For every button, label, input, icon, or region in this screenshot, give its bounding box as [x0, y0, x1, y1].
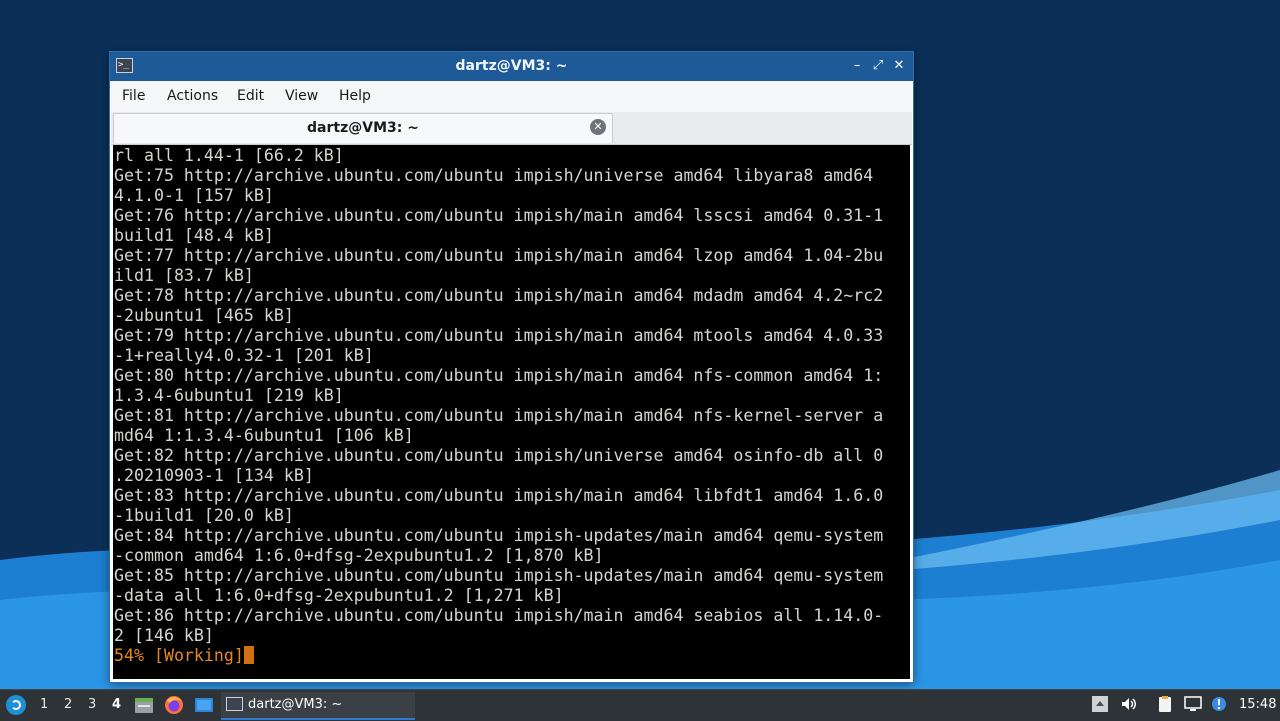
terminal-line: Get:85 http://archive.ubuntu.com/ubuntu … [114, 566, 884, 585]
terminal-line: -1build1 [20.0 kB] [114, 506, 294, 525]
terminal-line: md64 1:1.3.4-6ubuntu1 [106 kB] [114, 426, 414, 445]
progress-line: 54% [Working] [114, 646, 254, 666]
menu-help[interactable]: Help [339, 88, 371, 104]
maximize-button[interactable]: ⤢ [870, 58, 886, 74]
tab-label: dartz@VM3: ~ [307, 120, 419, 136]
close-button[interactable]: ✕ [891, 58, 907, 74]
workspace-1[interactable]: 1 [40, 697, 48, 712]
terminal-line: Get:77 http://archive.ubuntu.com/ubuntu … [114, 246, 884, 265]
volume-icon[interactable] [1120, 695, 1138, 713]
terminal-line: Get:82 http://archive.ubuntu.com/ubuntu … [114, 446, 884, 465]
tab-bar: dartz@VM3: ~ ✕ [111, 112, 912, 145]
menu-view[interactable]: View [285, 88, 318, 104]
terminal-line: 2 [146 kB] [114, 626, 214, 645]
terminal-line: -data all 1:6.0+dfsg-2expubuntu1.2 [1,27… [114, 586, 564, 605]
progress-text: 54% [Working] [114, 646, 244, 665]
workspace-4[interactable]: 4 [112, 697, 121, 712]
menu-file[interactable]: File [122, 88, 145, 104]
terminal-line: build1 [48.4 kB] [114, 226, 274, 245]
terminal-window: >_ dartz@VM3: ~ – ⤢ ✕ File Actions Edit … [110, 52, 913, 682]
show-desktop-icon[interactable] [194, 695, 214, 715]
taskbar-terminal-task[interactable]: dartz@VM3: ~ [221, 692, 415, 720]
workspace-2[interactable]: 2 [64, 697, 72, 712]
terminal-line: Get:80 http://archive.ubuntu.com/ubuntu … [114, 366, 884, 385]
tray-expand-icon[interactable] [1091, 695, 1109, 713]
terminal-output[interactable]: rl all 1.44-1 [66.2 kB] Get:75 http://arc… [113, 145, 910, 679]
lubuntu-logo-icon[interactable] [6, 695, 26, 715]
terminal-line: 1.3.4-6ubuntu1 [219 kB] [114, 386, 344, 405]
terminal-icon [226, 697, 243, 711]
window-titlebar[interactable]: >_ dartz@VM3: ~ – ⤢ ✕ [110, 52, 913, 81]
taskbar: 1 2 3 4 dartz@VM3: ~ 15:48 [0, 689, 1280, 721]
terminal-line: -1+really4.0.32-1 [201 kB] [114, 346, 374, 365]
minimize-button[interactable]: – [849, 58, 865, 74]
terminal-tab[interactable]: dartz@VM3: ~ ✕ [113, 113, 613, 143]
terminal-line: Get:78 http://archive.ubuntu.com/ubuntu … [114, 286, 884, 305]
terminal-line: Get:79 http://archive.ubuntu.com/ubuntu … [114, 326, 884, 345]
tab-close-icon[interactable]: ✕ [590, 119, 606, 135]
terminal-line: ild1 [83.7 kB] [114, 266, 254, 285]
notification-icon[interactable] [1210, 695, 1228, 713]
terminal-line: Get:81 http://archive.ubuntu.com/ubuntu … [114, 406, 884, 425]
clipboard-icon[interactable] [1156, 695, 1174, 713]
terminal-lines: rl all 1.44-1 [66.2 kB] Get:75 http://arc… [114, 146, 883, 646]
terminal-line: Get:76 http://archive.ubuntu.com/ubuntu … [114, 206, 884, 225]
clock[interactable]: 15:48 [1239, 697, 1276, 712]
terminal-line: .20210903-1 [134 kB] [114, 466, 314, 485]
text-cursor [243, 646, 254, 664]
terminal-line: Get:83 http://archive.ubuntu.com/ubuntu … [114, 486, 884, 505]
file-manager-icon[interactable] [134, 695, 154, 715]
menu-edit[interactable]: Edit [237, 88, 264, 104]
terminal-line: -2ubuntu1 [465 kB] [114, 306, 294, 325]
terminal-line: 4.1.0-1 [157 kB] [114, 186, 274, 205]
terminal-line: rl all 1.44-1 [66.2 kB] [114, 146, 344, 165]
task-label: dartz@VM3: ~ [248, 697, 343, 712]
terminal-line: Get:86 http://archive.ubuntu.com/ubuntu … [114, 606, 884, 625]
workspace-3[interactable]: 3 [88, 697, 96, 712]
terminal-line: -common amd64 1:6.0+dfsg-2expubuntu1.2 [… [114, 546, 604, 565]
network-icon[interactable] [1184, 695, 1202, 713]
menu-bar: File Actions Edit View Help [111, 81, 912, 112]
terminal-line: Get:84 http://archive.ubuntu.com/ubuntu … [114, 526, 884, 545]
menu-actions[interactable]: Actions [167, 88, 218, 104]
window-title: dartz@VM3: ~ [455, 58, 568, 74]
firefox-icon[interactable] [164, 695, 184, 715]
terminal-line: Get:75 http://archive.ubuntu.com/ubuntu … [114, 166, 874, 185]
